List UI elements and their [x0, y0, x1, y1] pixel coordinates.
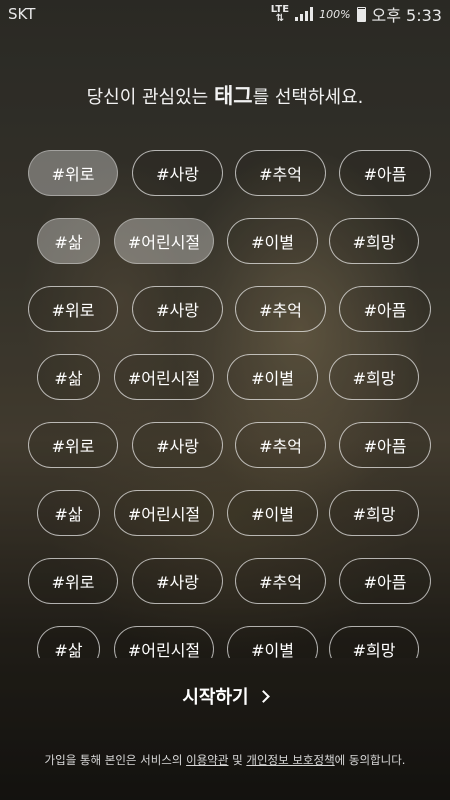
tag-row: #위로 #사랑 #추억 #아픔 — [0, 286, 450, 332]
tag-chip[interactable]: #아픔 — [339, 286, 431, 332]
tag-chip[interactable]: #어린시절 — [114, 626, 214, 658]
tag-chip[interactable]: #사랑 — [132, 558, 223, 604]
page-title: 당신이 관심있는 태그를 선택하세요. — [0, 80, 450, 110]
tag-chip[interactable]: #사랑 — [132, 150, 223, 196]
clock: 오후 5:33 — [371, 6, 442, 25]
battery-percent: 100% — [319, 7, 351, 21]
tag-chip[interactable]: #아픔 — [339, 558, 431, 604]
tag-chip[interactable]: #삶 — [37, 354, 100, 400]
tag-chip[interactable]: #이별 — [227, 626, 318, 658]
status-icons: LTE ⇅ 100% 오후 5:33 — [271, 2, 442, 26]
tag-chip[interactable]: #삶 — [37, 626, 100, 658]
tag-chip[interactable]: #삶 — [37, 218, 100, 264]
title-emphasis: 태그 — [213, 84, 253, 108]
tag-chip[interactable]: #위로 — [28, 558, 118, 604]
status-bar: SKT LTE ⇅ 100% 오후 5:33 — [0, 0, 450, 28]
tag-row: #위로 #사랑 #추억 #아픔 — [0, 422, 450, 468]
tag-chip[interactable]: #어린시절 — [114, 218, 214, 264]
tag-chip[interactable]: #희망 — [329, 626, 419, 658]
tag-chip[interactable]: #이별 — [227, 218, 318, 264]
terms-notice: 가입을 통해 본인은 서비스의 이용약관 및 개인정보 보호정책에 동의합니다. — [0, 752, 450, 768]
tag-row: #삶 #어린시절 #이별 #희망 — [0, 218, 450, 264]
tag-chip[interactable]: #삶 — [37, 490, 100, 536]
tag-chip[interactable]: #이별 — [227, 490, 318, 536]
carrier-label: SKT — [8, 5, 36, 23]
tag-chip[interactable]: #추억 — [235, 558, 326, 604]
tag-chip[interactable]: #사랑 — [132, 286, 223, 332]
tag-chip[interactable]: #희망 — [329, 490, 419, 536]
chevron-right-icon — [256, 690, 270, 703]
tag-row: #삶 #어린시절 #이별 #희망 — [0, 354, 450, 400]
tag-chip[interactable]: #추억 — [235, 286, 326, 332]
tag-chip[interactable]: #위로 — [28, 150, 118, 196]
tag-chip[interactable]: #추억 — [235, 422, 326, 468]
tag-chip[interactable]: #위로 — [28, 286, 118, 332]
tag-row: #위로 #사랑 #추억 #아픔 — [0, 558, 450, 604]
tag-grid: #위로 #사랑 #추억 #아픔 #삶 #어린시절 #이별 #희망 #위로 #사랑 #추억 #아픔 #삶 #… — [0, 150, 450, 658]
tag-chip[interactable]: #아픔 — [339, 422, 431, 468]
tag-row: #위로 #사랑 #추억 #아픔 — [0, 150, 450, 196]
tag-row: #삶 #어린시절 #이별 #희망 — [0, 490, 450, 536]
tag-row: #삶 #어린시절 #이별 #희망 — [0, 626, 450, 658]
terms-and: 및 — [228, 753, 247, 767]
start-label: 시작하기 — [182, 687, 249, 708]
tag-chip[interactable]: #어린시절 — [114, 490, 214, 536]
terms-suffix: 에 동의합니다. — [334, 753, 406, 767]
title-text-before: 당신이 관심있는 — [86, 87, 214, 108]
tag-chip[interactable]: #사랑 — [132, 422, 223, 468]
signal-icon — [295, 7, 314, 21]
battery-icon — [356, 6, 366, 22]
terms-link[interactable]: 이용약관 — [186, 753, 228, 767]
tag-chip[interactable]: #어린시절 — [114, 354, 214, 400]
tag-chip[interactable]: #아픔 — [339, 150, 431, 196]
tag-chip[interactable]: #추억 — [235, 150, 326, 196]
terms-prefix: 가입을 통해 본인은 서비스의 — [44, 753, 187, 767]
start-button[interactable]: 시작하기 — [0, 683, 450, 709]
lte-icon: LTE ⇅ — [270, 4, 290, 24]
title-text-after: 를 선택하세요. — [252, 87, 364, 108]
privacy-policy-link[interactable]: 개인정보 보호정책 — [246, 753, 334, 767]
tag-chip[interactable]: #희망 — [329, 218, 419, 264]
tag-chip[interactable]: #위로 — [28, 422, 118, 468]
tag-chip[interactable]: #희망 — [329, 354, 419, 400]
tag-chip[interactable]: #이별 — [227, 354, 318, 400]
